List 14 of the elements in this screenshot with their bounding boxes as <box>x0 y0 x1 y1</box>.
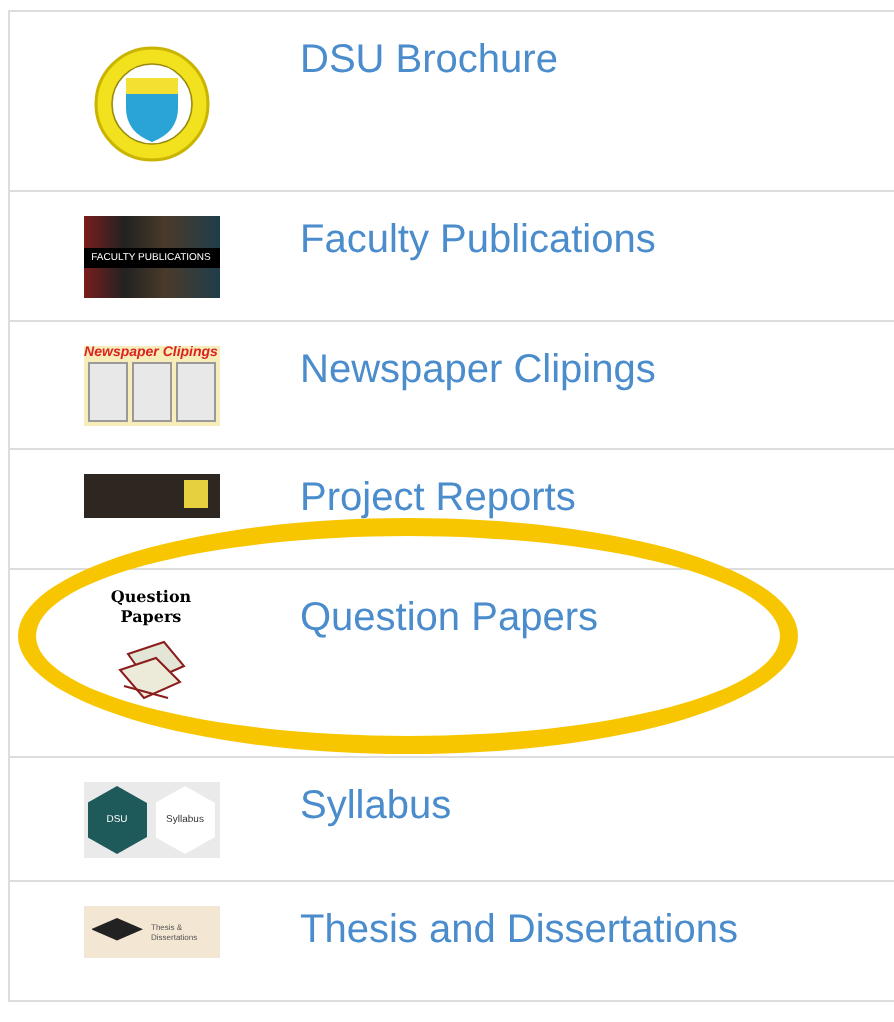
resource-link[interactable]: Faculty Publications <box>300 212 656 268</box>
thumbnail-caption: Papers <box>120 606 182 626</box>
newspaper-sheet <box>87 362 127 422</box>
resource-link[interactable]: Newspaper Clipings <box>300 342 656 398</box>
newspaper-sheet <box>175 362 215 422</box>
resource-link[interactable]: DSU Brochure <box>300 32 558 88</box>
resource-link[interactable]: Thesis and Dissertations <box>300 902 738 958</box>
resource-link[interactable]: Question Papers <box>300 590 598 646</box>
reports-thumbnail <box>83 474 219 518</box>
resource-link[interactable]: Project Reports <box>300 470 576 526</box>
resource-link[interactable]: Syllabus <box>300 778 452 834</box>
university-seal-logo <box>91 44 211 164</box>
thumbnail-caption: Question <box>110 586 192 606</box>
newspaper-sheet <box>131 362 171 422</box>
